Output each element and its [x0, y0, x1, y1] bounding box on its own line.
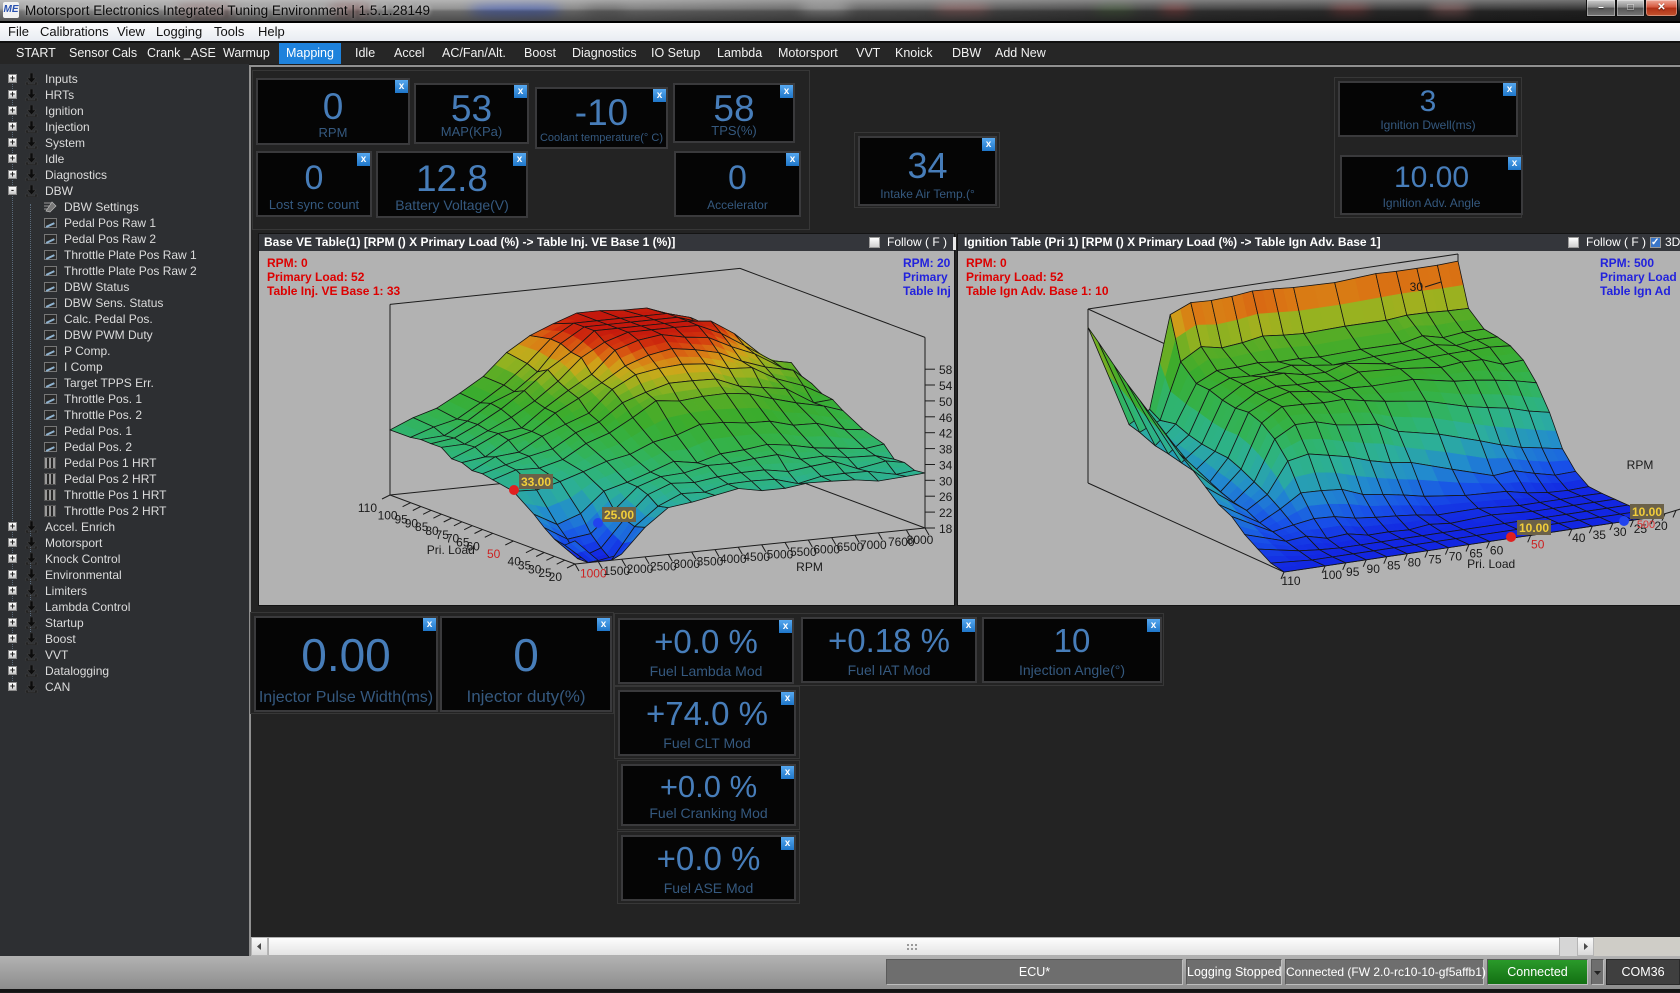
svg-text:Table Inj: Table Inj — [903, 284, 951, 298]
svg-text:26: 26 — [939, 490, 953, 504]
svg-text:80: 80 — [1408, 556, 1422, 570]
svg-text:60: 60 — [1490, 543, 1504, 557]
svg-text:70: 70 — [1449, 550, 1463, 564]
svg-text:Pri. Load: Pri. Load — [1467, 557, 1515, 571]
svg-text:30: 30 — [939, 474, 953, 488]
svg-text:110: 110 — [358, 501, 377, 515]
svg-text:50: 50 — [939, 395, 953, 409]
svg-text:Primary Load: 52: Primary Load: 52 — [267, 270, 365, 284]
svg-text:34: 34 — [939, 459, 953, 473]
svg-text:500: 500 — [1637, 519, 1655, 531]
svg-text:75: 75 — [1428, 553, 1442, 567]
svg-text:7000: 7000 — [860, 538, 887, 552]
svg-text:Table Inj. VE Base 1: 33: Table Inj. VE Base 1: 33 — [267, 284, 400, 298]
svg-text:10.00: 10.00 — [1632, 505, 1662, 519]
svg-text:25.00: 25.00 — [604, 508, 634, 522]
svg-text:100: 100 — [378, 509, 398, 523]
svg-text:38: 38 — [939, 443, 953, 457]
svg-text:8000: 8000 — [907, 533, 934, 547]
svg-text:RPM: 20: RPM: 20 — [903, 256, 951, 270]
svg-text:33.00: 33.00 — [521, 475, 551, 489]
svg-text:Primary: Primary — [903, 270, 948, 284]
svg-text:85: 85 — [1387, 559, 1401, 573]
svg-text:Primary Load: 52: Primary Load: 52 — [966, 270, 1064, 284]
svg-text:RPM: RPM — [1627, 458, 1654, 472]
svg-text:Table Ign Ad: Table Ign Ad — [1600, 284, 1671, 298]
svg-text:90: 90 — [1367, 562, 1381, 576]
svg-text:50: 50 — [487, 547, 501, 561]
svg-text:20: 20 — [1654, 519, 1668, 533]
svg-text:46: 46 — [939, 411, 953, 425]
svg-text:35: 35 — [1593, 528, 1607, 542]
svg-text:95: 95 — [1346, 565, 1360, 579]
svg-text:RPM: 0: RPM: 0 — [966, 256, 1007, 270]
svg-text:RPM: 0: RPM: 0 — [267, 256, 308, 270]
svg-text:100: 100 — [1322, 568, 1342, 582]
svg-text:RPM: RPM — [796, 560, 823, 574]
svg-text:RPM: 500: RPM: 500 — [1600, 256, 1654, 270]
svg-text:Primary Load: Primary Load — [1600, 270, 1677, 284]
svg-text:50: 50 — [1531, 537, 1545, 551]
svg-text:40: 40 — [1572, 531, 1586, 545]
svg-text:110: 110 — [1281, 574, 1300, 588]
svg-text:18: 18 — [939, 522, 953, 536]
svg-text:40: 40 — [508, 555, 522, 569]
svg-text:58: 58 — [939, 363, 953, 377]
svg-text:Table Ign Adv. Base 1: 10: Table Ign Adv. Base 1: 10 — [966, 284, 1109, 298]
svg-text:42: 42 — [939, 427, 953, 441]
svg-text:Pri. Load: Pri. Load — [427, 543, 475, 557]
svg-text:22: 22 — [939, 506, 953, 520]
svg-text:10.00: 10.00 — [1519, 521, 1549, 535]
svg-text:54: 54 — [939, 379, 953, 393]
svg-text:30: 30 — [1613, 525, 1627, 539]
svg-text:30: 30 — [1410, 280, 1424, 294]
